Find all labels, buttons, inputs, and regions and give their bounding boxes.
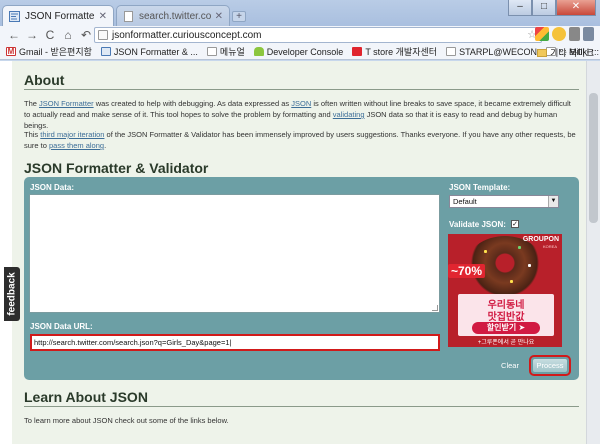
tab-strip: JSON Formatter & Valid... ✕ search.twitt… (0, 0, 600, 26)
sprinkle-shape (528, 264, 531, 267)
page-scrollbar[interactable] (586, 61, 600, 444)
dropdown-arrow-icon: ▼ (548, 196, 558, 207)
template-value: Default (453, 197, 477, 206)
page-content: About The JSON Formatter was created to … (12, 61, 586, 444)
about-divider (24, 89, 579, 90)
about-paragraph-2: This third major iteration of the JSON F… (24, 130, 576, 150)
json-data-label: JSON Data: (30, 183, 75, 192)
close-window-button[interactable]: ✕ (556, 0, 596, 16)
template-select[interactable]: Default ▼ (449, 195, 559, 208)
feedback-tab[interactable]: feedback (4, 267, 20, 321)
learn-paragraph: To learn more about JSON check out some … (24, 416, 229, 425)
gmail-icon: M (6, 47, 16, 56)
clear-button[interactable]: Clear (495, 360, 525, 371)
extension-icon[interactable] (535, 27, 549, 41)
groupon-logo-sub: KOREA (542, 244, 557, 249)
wrench-icon[interactable] (583, 27, 594, 41)
json-url-label: JSON Data URL: (30, 322, 93, 331)
page-icon (206, 47, 217, 56)
minimize-button[interactable]: – (508, 0, 532, 16)
tab-close-icon[interactable]: ✕ (99, 11, 107, 22)
bookmark-label: STARPL@WECON (459, 46, 538, 57)
other-bookmarks-label: 기타 북마크 (550, 48, 594, 58)
extension-icons (532, 27, 594, 41)
pass-them-along-link[interactable]: pass them along (49, 141, 104, 150)
bookmark-label: JSON Formatter & ... (113, 46, 198, 57)
other-bookmarks[interactable]: 기타 북마크 (537, 46, 594, 59)
tstore-icon (352, 47, 363, 56)
address-bar[interactable]: jsonformatter.curiousconcept.com ☆ (94, 27, 542, 43)
bookmark-gmail[interactable]: M Gmail - 받은편지함 (6, 45, 92, 58)
back-icon[interactable]: ← (6, 27, 22, 43)
forward-icon[interactable]: → (24, 27, 40, 43)
ad-footer: +그루폰에서 곧 만나요 (477, 340, 535, 346)
json-formatter-link[interactable]: JSON Formatter (39, 99, 94, 108)
bookmark-label: Developer Console (266, 46, 344, 57)
bookmark-label: Gmail - 받은편지함 (19, 47, 92, 57)
json-formatter-favicon-icon (9, 10, 20, 22)
tab-label: JSON Formatter & Valid... (25, 10, 95, 22)
validate-label: Validate JSON: (449, 220, 506, 229)
process-button[interactable]: Process (532, 358, 568, 373)
about-heading: About (24, 72, 65, 88)
extension-icon[interactable] (552, 27, 566, 41)
json-url-value: http://search.twitter.com/search.json?q=… (34, 338, 230, 347)
bookmark-starpl[interactable]: STARPL@WECON (446, 47, 537, 57)
tab-label: search.twitter.com/searc... (139, 10, 211, 22)
formatter-panel: JSON Data: JSON Data URL: http://search.… (24, 177, 579, 380)
bookmark-developer-console[interactable]: Developer Console (253, 46, 344, 57)
history-icon[interactable]: ↶ (78, 27, 94, 43)
formatter-heading: JSON Formatter & Validator (24, 160, 209, 176)
tab-close-icon[interactable]: ✕ (215, 11, 223, 22)
page-icon (98, 30, 108, 40)
bookmark-label: T store 개발자센터 (365, 47, 438, 57)
page-favicon-icon (124, 10, 133, 22)
sprinkle-shape (510, 280, 513, 283)
discount-badge: ~70% (448, 264, 486, 278)
json-link[interactable]: JSON (291, 99, 311, 108)
page-viewport: feedback About The JSON Formatter was cr… (0, 61, 586, 444)
sprinkle-shape (484, 250, 487, 253)
ad-headline-2: 맛집반값 (487, 312, 525, 323)
page-icon (446, 47, 457, 56)
json-formatter-icon (100, 47, 111, 56)
bookmark-manual[interactable]: 메뉴얼 (206, 45, 245, 58)
reload-icon[interactable]: C (42, 27, 58, 43)
address-text: jsonformatter.curiousconcept.com (112, 29, 262, 41)
learn-divider (24, 406, 579, 407)
validate-checkbox[interactable]: ✓ (511, 220, 519, 228)
window-controls: – □ ✕ (508, 0, 596, 16)
sprinkle-shape (518, 246, 521, 249)
template-label: JSON Template: (449, 183, 511, 192)
scrollbar-thumb[interactable] (589, 93, 598, 223)
about-paragraph-1: The JSON Formatter was created to help w… (24, 99, 571, 130)
new-tab-button[interactable]: + (232, 11, 246, 22)
learn-heading: Learn About JSON (24, 389, 148, 405)
json-data-textarea[interactable] (29, 194, 440, 313)
bookmark-json-formatter[interactable]: JSON Formatter & ... (100, 46, 198, 57)
resize-grip-icon[interactable] (432, 305, 438, 311)
android-icon (253, 47, 264, 56)
home-icon[interactable]: ⌂ (60, 27, 76, 43)
bookmark-label: 메뉴얼 (219, 47, 245, 57)
ad-discount-button[interactable]: 할인받기 ➤ (472, 322, 540, 334)
bookmarks-bar: M Gmail - 받은편지함 JSON Formatter & ... 메뉴얼… (0, 44, 600, 60)
folder-icon (537, 48, 548, 57)
browser-toolbar: ← → C ⌂ ↶ jsonformatter.curiousconcept.c… (0, 26, 600, 44)
tab-json-formatter[interactable]: JSON Formatter & Valid... ✕ (2, 5, 114, 26)
third-iteration-link[interactable]: third major iteration (40, 130, 104, 139)
json-url-input[interactable]: http://search.twitter.com/search.json?q=… (30, 334, 440, 351)
groupon-ad[interactable]: GROUPON KOREA ~70% 우리동네 맛집반값 할인받기 ➤ +그루폰… (448, 234, 562, 347)
bookmark-tstore[interactable]: T store 개발자센터 (352, 45, 437, 58)
groupon-logo: GROUPON (522, 236, 559, 243)
maximize-button[interactable]: □ (532, 0, 556, 16)
page-menu-icon[interactable] (569, 27, 580, 41)
tab-twitter-search[interactable]: search.twitter.com/searc... ✕ (116, 5, 230, 26)
validating-link[interactable]: validating (333, 110, 365, 119)
